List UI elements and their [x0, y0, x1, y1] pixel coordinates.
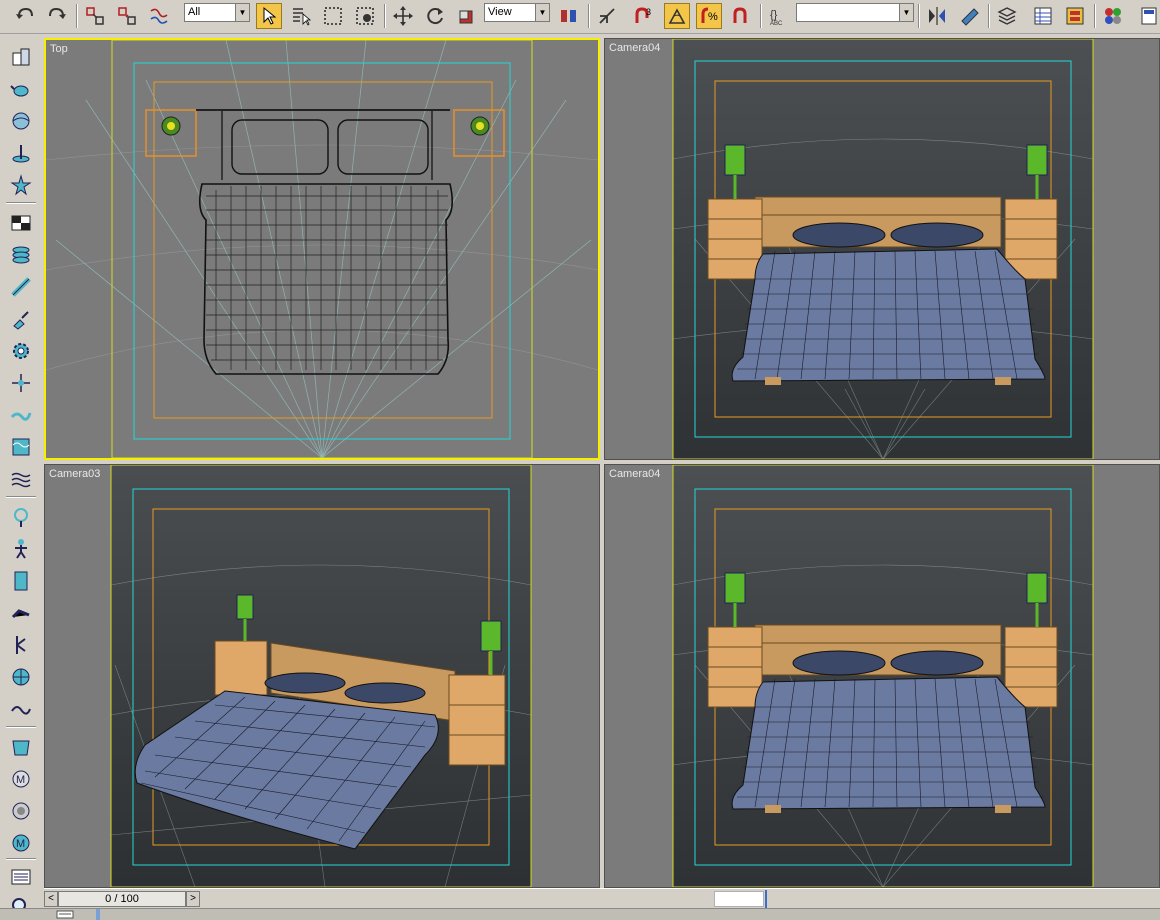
viewport-camera04-bottom[interactable]: Camera04 [604, 464, 1160, 888]
left-command-toolbar: M M [0, 38, 42, 918]
time-cursor[interactable] [765, 890, 767, 908]
pivot-center-icon[interactable] [556, 3, 582, 29]
move-icon[interactable] [390, 3, 416, 29]
create-icon[interactable] [8, 44, 34, 70]
selection-filter-dropdown[interactable]: All ▼ [184, 3, 250, 22]
percent-snap-icon[interactable]: % [696, 3, 722, 29]
track-bar-marker[interactable] [96, 909, 100, 920]
svg-text:M: M [16, 774, 25, 786]
track-bar-field[interactable] [714, 891, 764, 907]
angle-snap-icon[interactable] [664, 3, 690, 29]
viewport-top[interactable]: Top [44, 38, 600, 460]
motion-mixer-icon[interactable]: M [8, 830, 34, 856]
camera04-bottom-scene [672, 465, 1094, 887]
viewport-label[interactable]: Camera04 [609, 42, 660, 54]
dummy-icon[interactable] [8, 600, 34, 626]
curve-icon[interactable] [8, 696, 34, 722]
prev-frame-button[interactable]: < [44, 891, 58, 907]
render-setup-icon[interactable] [1136, 3, 1160, 29]
skin-icon[interactable] [8, 568, 34, 594]
material-editor-icon[interactable] [1100, 3, 1126, 29]
select-link-icon[interactable] [82, 3, 108, 29]
material-map-icon[interactable] [8, 734, 34, 760]
camera03-scene [110, 465, 532, 887]
edit-named-selection-icon[interactable]: {} ABC [766, 3, 792, 29]
chevron-down-icon: ▼ [535, 4, 549, 21]
helper-icon[interactable] [8, 370, 34, 396]
svg-text:%: % [708, 11, 718, 23]
reactor-icon[interactable] [8, 664, 34, 690]
teapot-icon[interactable] [8, 76, 34, 102]
biped-icon[interactable] [8, 172, 34, 198]
svg-text:M: M [16, 838, 25, 850]
align-icon[interactable] [956, 3, 982, 29]
svg-text:{}: {} [770, 9, 778, 21]
spinner-snap-icon[interactable] [728, 3, 754, 29]
motion-capture-icon[interactable]: M [8, 766, 34, 792]
paint-icon[interactable] [8, 306, 34, 332]
chevron-down-icon: ▼ [235, 4, 249, 21]
bind-spacewarp-icon[interactable] [146, 3, 172, 29]
select-object-icon[interactable] [256, 3, 282, 29]
undo-icon[interactable] [12, 3, 38, 29]
time-slider-bar: < 0 / 100 > [44, 888, 1160, 908]
spacewarp-icon[interactable] [8, 402, 34, 428]
rotate-icon[interactable] [422, 3, 448, 29]
scale-icon[interactable] [454, 3, 480, 29]
window-crossing-icon[interactable] [352, 3, 378, 29]
sphere-icon[interactable] [8, 108, 34, 134]
svg-text:ABC: ABC [770, 21, 783, 27]
mirror-icon[interactable] [924, 3, 950, 29]
redo-icon[interactable] [44, 3, 70, 29]
time-slider[interactable]: 0 / 100 [58, 891, 186, 907]
ripple-icon[interactable] [8, 466, 34, 492]
main-toolbar: All ▼ View ▼ 3 % {} ABC ▼ [0, 0, 1160, 34]
pivot-icon[interactable] [8, 140, 34, 166]
track-bar-icon[interactable] [56, 910, 76, 920]
schematic-view-icon[interactable] [1062, 3, 1088, 29]
next-frame-button[interactable]: > [186, 891, 200, 907]
checker-icon[interactable] [8, 210, 34, 236]
top-view-scene [46, 40, 598, 458]
layers-stack-icon[interactable] [8, 242, 34, 268]
render-frame-icon[interactable] [8, 864, 34, 890]
biped-figure-icon[interactable] [8, 504, 34, 530]
svg-text:3: 3 [646, 7, 651, 17]
wave-icon[interactable] [8, 434, 34, 460]
layer-manager-icon[interactable] [994, 3, 1020, 29]
viewport-camera03[interactable]: Camera03 [44, 464, 600, 888]
chevron-down-icon: ▼ [899, 4, 913, 21]
rectangle-selection-icon[interactable] [320, 3, 346, 29]
viewport-label[interactable]: Camera04 [609, 468, 660, 480]
select-manipulate-icon[interactable] [594, 3, 620, 29]
viewport-label[interactable]: Top [50, 43, 68, 55]
reference-coordinate-dropdown[interactable]: View ▼ [484, 3, 550, 22]
snap-toggle-icon[interactable]: 3 [630, 3, 656, 29]
reactor-m-icon[interactable] [8, 798, 34, 824]
named-selection-dropdown[interactable]: ▼ [796, 3, 914, 22]
max-application: All ▼ View ▼ 3 % {} ABC ▼ M M Top Camera… [0, 0, 1160, 920]
track-bar[interactable] [0, 908, 1160, 920]
curve-editor-icon[interactable] [1030, 3, 1056, 29]
camera04-top-scene [672, 39, 1094, 459]
unlink-icon[interactable] [114, 3, 140, 29]
character-icon[interactable] [8, 536, 34, 562]
link-chain-icon[interactable] [8, 632, 34, 658]
viewport-label[interactable]: Camera03 [49, 468, 100, 480]
select-by-name-icon[interactable] [288, 3, 314, 29]
viewport-camera04-top[interactable]: Camera04 [604, 38, 1160, 460]
gear-icon[interactable] [8, 338, 34, 364]
bone-icon[interactable] [8, 274, 34, 300]
